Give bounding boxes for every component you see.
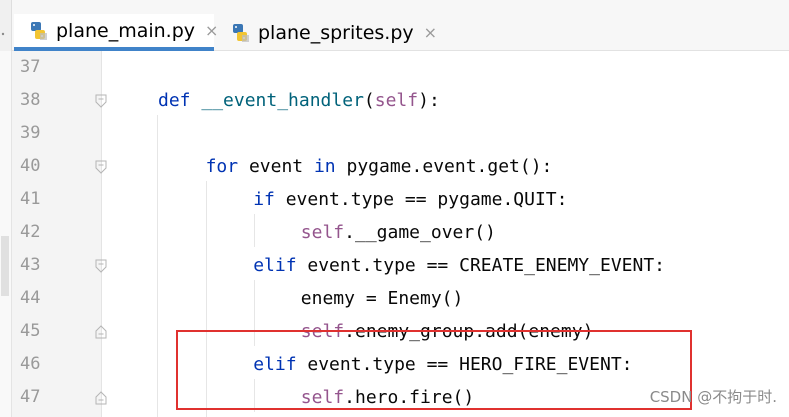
line-number: 47 xyxy=(20,387,41,407)
self-token: self xyxy=(374,90,419,111)
editor-tab-bar: plane_main.py × plane_sprites.py × xyxy=(0,0,789,51)
code-token: ): xyxy=(418,90,440,111)
code-line[interactable]: 41 if event.type == pygame.QUIT: xyxy=(0,183,789,216)
code-token: event.type == pygame.QUIT: xyxy=(274,189,568,210)
code-text[interactable]: elif event.type == CREATE_ENEMY_EVENT: xyxy=(253,249,665,282)
code-text[interactable]: for event in pygame.event.get(): xyxy=(206,150,553,183)
line-number: 38 xyxy=(20,90,41,110)
code-line[interactable]: 43 elif event.type == CREATE_ENEMY_EVENT: xyxy=(0,249,789,282)
line-number: 43 xyxy=(20,255,41,275)
code-token: ( xyxy=(363,90,375,111)
line-number: 37 xyxy=(20,57,41,77)
line-number: 39 xyxy=(20,123,41,143)
fold-open-icon[interactable] xyxy=(95,94,107,108)
keyword-token: if xyxy=(253,189,275,210)
code-text[interactable]: self.__game_over() xyxy=(301,216,496,249)
watermark: CSDN @不拘于时. xyxy=(649,388,777,406)
function-name-token: __event_handler xyxy=(190,90,364,111)
code-text[interactable]: enemy = Enemy() xyxy=(301,282,464,315)
line-number: 40 xyxy=(20,156,41,176)
keyword-token: for xyxy=(205,156,239,177)
code-text[interactable]: if event.type == pygame.QUIT: xyxy=(253,183,567,216)
fold-close-icon[interactable] xyxy=(95,391,107,405)
line-number: 45 xyxy=(20,321,41,341)
code-text[interactable]: def __event_handler(self): xyxy=(158,84,440,117)
scroll-tabs-icon[interactable] xyxy=(1,29,9,39)
line-number: 42 xyxy=(20,222,41,242)
code-token: enemy = Enemy() xyxy=(300,288,464,309)
code-token: pygame.event.get(): xyxy=(335,156,553,177)
tab-label: plane_main.py xyxy=(56,19,196,42)
fold-open-icon[interactable] xyxy=(95,259,107,273)
line-number: 44 xyxy=(20,288,41,308)
keyword-token: def xyxy=(158,90,191,111)
code-line[interactable]: 39 xyxy=(0,117,789,150)
line-number: 46 xyxy=(20,354,41,374)
tab-label: plane_sprites.py xyxy=(258,21,414,44)
python-file-icon xyxy=(230,23,250,43)
code-line[interactable]: 40 for event in pygame.event.get(): xyxy=(0,150,789,183)
fold-open-icon[interactable] xyxy=(95,160,107,174)
keyword-token: elif xyxy=(253,255,297,276)
code-token: .__game_over() xyxy=(344,222,496,243)
line-number: 41 xyxy=(20,189,41,209)
code-line[interactable]: 37 xyxy=(0,51,789,84)
close-icon[interactable]: × xyxy=(424,23,437,42)
code-token: event.type == CREATE_ENEMY_EVENT: xyxy=(296,255,666,276)
code-line[interactable]: 42 self.__game_over() xyxy=(0,216,789,249)
tab-bar-left-strip xyxy=(0,0,12,51)
code-line[interactable]: 44 enemy = Enemy() xyxy=(0,282,789,315)
python-file-icon xyxy=(28,21,48,41)
code-line[interactable]: 38 def __event_handler(self): xyxy=(0,84,789,117)
fold-close-icon[interactable] xyxy=(95,325,107,339)
keyword-token: in xyxy=(313,156,336,177)
highlight-annotation xyxy=(176,330,692,410)
tab-plane-main[interactable]: plane_main.py × xyxy=(14,14,218,51)
code-token: event xyxy=(238,156,314,177)
tab-plane-sprites[interactable]: plane_sprites.py × xyxy=(216,14,437,51)
self-token: self xyxy=(300,222,345,243)
